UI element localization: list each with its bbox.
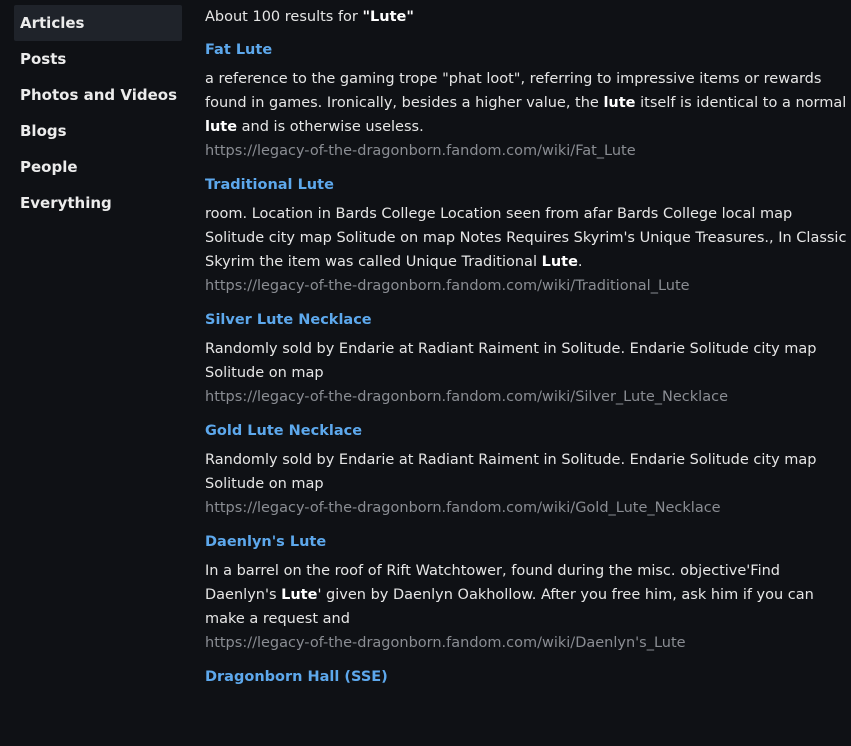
search-result: Daenlyn's Lute In a barrel on the roof of… <box>205 531 851 654</box>
snippet-text: itself is identical to a normal <box>635 95 847 111</box>
snippet-highlight: lute <box>603 95 636 111</box>
result-snippet: Randomly sold by Endarie at Radiant Raim… <box>205 448 851 496</box>
sidebar-item-articles[interactable]: Articles <box>14 5 182 41</box>
search-result: Fat Lute a reference to the gaming trope … <box>205 39 851 162</box>
result-title-link[interactable]: Dragonborn Hall (SSE) <box>205 667 388 687</box>
results-summary-prefix: About 100 results for <box>205 9 363 25</box>
search-result: Dragonborn Hall (SSE) <box>205 666 851 687</box>
sidebar-item-blogs[interactable]: Blogs <box>14 113 182 149</box>
result-snippet: a reference to the gaming trope "phat lo… <box>205 67 851 139</box>
result-url-link[interactable]: https://legacy-of-the-dragonborn.fandom.… <box>205 497 721 519</box>
result-url-link[interactable]: https://legacy-of-the-dragonborn.fandom.… <box>205 140 636 162</box>
results-list: Fat Lute a reference to the gaming trope … <box>205 39 851 687</box>
result-title-link[interactable]: Silver Lute Necklace <box>205 310 372 330</box>
result-url-link[interactable]: https://legacy-of-the-dragonborn.fandom.… <box>205 275 690 297</box>
snippet-highlight: Lute <box>281 587 318 603</box>
snippet-text: Randomly sold by Endarie at Radiant Raim… <box>205 341 817 381</box>
result-url-link[interactable]: https://legacy-of-the-dragonborn.fandom.… <box>205 632 686 654</box>
sidebar-item-posts[interactable]: Posts <box>14 41 182 77</box>
result-title-link[interactable]: Gold Lute Necklace <box>205 421 362 441</box>
results-summary-query: "Lute" <box>362 9 414 25</box>
snippet-text: and is otherwise useless. <box>237 119 424 135</box>
snippet-highlight: Lute <box>541 254 578 270</box>
result-title-link[interactable]: Traditional Lute <box>205 175 334 195</box>
snippet-text: Randomly sold by Endarie at Radiant Raim… <box>205 452 817 492</box>
result-snippet: room. Location in Bards College Location… <box>205 202 851 274</box>
search-result: Gold Lute Necklace Randomly sold by Endar… <box>205 420 851 519</box>
result-snippet: Randomly sold by Endarie at Radiant Raim… <box>205 337 851 385</box>
sidebar-item-photos-and-videos[interactable]: Photos and Videos <box>14 77 182 113</box>
sidebar-item-everything[interactable]: Everything <box>14 185 182 221</box>
result-title-link[interactable]: Daenlyn's Lute <box>205 532 326 552</box>
search-result: Traditional Lute room. Location in Bards … <box>205 174 851 297</box>
result-title-link[interactable]: Fat Lute <box>205 40 272 60</box>
result-url-link[interactable]: https://legacy-of-the-dragonborn.fandom.… <box>205 386 728 408</box>
snippet-text: . <box>577 254 583 270</box>
search-filter-sidebar: Articles Posts Photos and Videos Blogs Peopl… <box>14 5 182 221</box>
sidebar-item-people[interactable]: People <box>14 149 182 185</box>
snippet-text: room. Location in Bards College Location… <box>205 206 847 270</box>
snippet-highlight: lute <box>205 119 238 135</box>
search-results-panel: About 100 results for "Lute" Fat Lute a r… <box>205 0 851 687</box>
search-result: Silver Lute Necklace Randomly sold by End… <box>205 309 851 408</box>
result-snippet: In a barrel on the roof of Rift Watchtow… <box>205 559 851 631</box>
results-summary: About 100 results for "Lute" <box>205 7 851 27</box>
